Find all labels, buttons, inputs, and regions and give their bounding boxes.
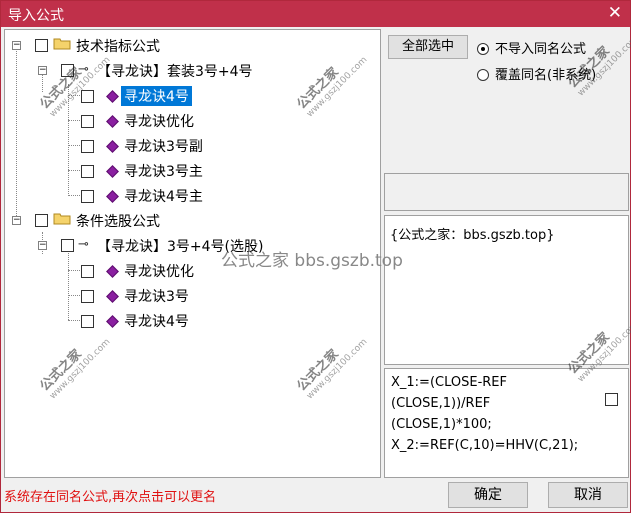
tree-item-label: 寻龙诀3号主: [124, 164, 203, 180]
tree-item[interactable]: 寻龙诀3号主: [61, 159, 261, 181]
item-checkbox[interactable]: [81, 140, 94, 153]
formula-icon: [106, 165, 119, 178]
watermark: 公式之家 www.gszj100.com: [37, 337, 113, 402]
tree-item-label: 寻龙诀优化: [124, 114, 194, 130]
item-checkbox[interactable]: [81, 115, 94, 128]
import-formula-dialog: 导入公式 ✕ − 技术指标公式 − ⊸ 【寻龙诀】套装3号+4号 寻龙诀4号 寻…: [0, 0, 631, 513]
tree-item[interactable]: 寻龙诀3号: [61, 284, 261, 306]
tree-item-label: 寻龙诀4号: [124, 314, 189, 330]
tree-node-indicator[interactable]: − 技术指标公式: [9, 34, 309, 56]
formula-icon: [106, 90, 119, 103]
item-checkbox[interactable]: [81, 190, 94, 203]
tree-item[interactable]: 寻龙诀优化: [61, 109, 261, 131]
collapse-icon[interactable]: −: [12, 216, 21, 225]
radio-dot[interactable]: [477, 43, 489, 55]
overlay-watermark: 公式之家 bbs.gszb.top: [221, 251, 403, 271]
tree-item-label: 寻龙诀优化: [124, 264, 194, 280]
item-checkbox[interactable]: [81, 90, 94, 103]
item-checkbox[interactable]: [81, 265, 94, 278]
formula-code-preview: X_1:=(CLOSE-REF (CLOSE,1))/REF (CLOSE,1)…: [384, 368, 629, 478]
folder-icon: [53, 213, 71, 225]
tree-item[interactable]: 寻龙诀4号主: [61, 184, 261, 206]
formula-icon: [106, 190, 119, 203]
tree-item-label: 寻龙诀4号: [121, 86, 192, 106]
formula-icon: [106, 290, 119, 303]
tree-node-screener[interactable]: − 条件选股公式: [9, 209, 309, 231]
tree-node-label: 【寻龙诀】套装3号+4号: [97, 64, 253, 80]
node-checkbox[interactable]: [35, 39, 48, 52]
tree-item-label: 寻龙诀4号主: [124, 189, 203, 205]
item-checkbox[interactable]: [81, 165, 94, 178]
radio-dot[interactable]: [477, 69, 489, 81]
cancel-button[interactable]: 取消: [548, 482, 628, 508]
node-checkbox[interactable]: [35, 214, 48, 227]
key-icon: ⊸: [78, 237, 89, 252]
tree-item[interactable]: 寻龙诀3号副: [61, 134, 261, 156]
radio-skip-duplicates[interactable]: 不导入同名公式: [477, 38, 586, 57]
status-message: 系统存在同名公式,再次点击可以更名: [4, 490, 217, 505]
watermark: 公式之家 www.gszj100.com: [294, 337, 370, 402]
item-checkbox[interactable]: [81, 290, 94, 303]
node-checkbox[interactable]: [61, 239, 74, 252]
tree-item[interactable]: 寻龙诀4号: [61, 84, 261, 106]
formula-icon: [106, 315, 119, 328]
title-bar: 导入公式 ✕: [1, 1, 630, 27]
formula-icon: [106, 140, 119, 153]
select-all-button[interactable]: 全部选中: [388, 35, 468, 59]
ok-button[interactable]: 确定: [448, 482, 528, 508]
code-checkbox[interactable]: [605, 393, 618, 406]
tree-node-label: 条件选股公式: [76, 214, 160, 230]
tree-item-label: 寻龙诀3号副: [124, 139, 203, 155]
collapse-icon[interactable]: −: [12, 41, 21, 50]
folder-icon: [53, 38, 71, 50]
name-input-box[interactable]: [384, 173, 629, 211]
formula-icon: [106, 265, 119, 278]
formula-icon: [106, 115, 119, 128]
collapse-icon[interactable]: −: [38, 66, 47, 75]
tree-item-label: 寻龙诀3号: [124, 289, 189, 305]
window-title: 导入公式: [8, 8, 64, 24]
collapse-icon[interactable]: −: [38, 241, 47, 250]
